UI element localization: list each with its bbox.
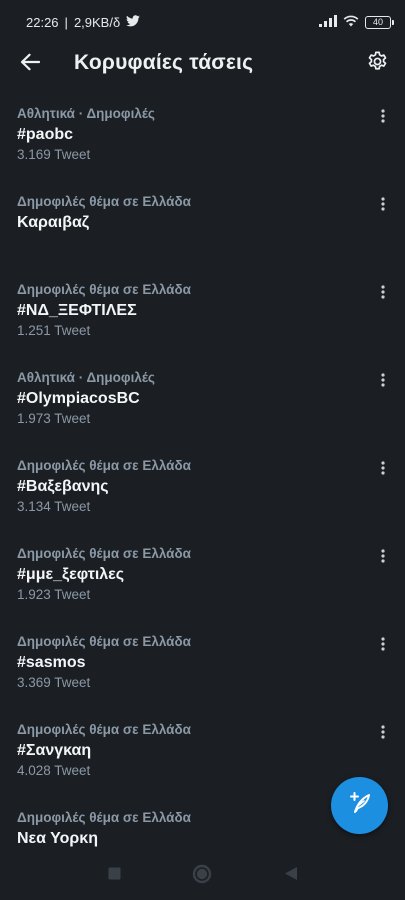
trend-item[interactable]: Αθλητικά · Δημοφιλές #paobc 3.169 Tweet [0, 88, 405, 176]
trend-name: #μμε_ξεφτιλες [17, 566, 125, 583]
status-time: 22:26 [26, 14, 59, 30]
trend-item[interactable]: Δημοφιλές θέμα σε Ελλάδα #sasmos 3.369 T… [0, 616, 405, 704]
back-nav-button[interactable] [281, 866, 301, 886]
home-button[interactable] [192, 864, 212, 889]
compose-tweet-icon [347, 790, 373, 821]
trend-tweet-count: 3.369 Tweet [17, 675, 91, 690]
trend-context: Δημοφιλές θέμα σε Ελλάδα [17, 634, 191, 649]
recents-square-icon [108, 867, 121, 885]
more-options-button[interactable] [373, 546, 393, 566]
trend-context: Αθλητικά · Δημοφιλές [17, 106, 155, 121]
arrow-left-icon [20, 53, 41, 76]
more-options-button[interactable] [373, 106, 393, 126]
more-options-button[interactable] [373, 634, 393, 654]
trend-name: #Βαξεβανης [17, 478, 109, 495]
trend-context: Δημοφιλές θέμα σε Ελλάδα [17, 810, 191, 825]
system-nav-bar [0, 852, 405, 900]
status-left: 22:26 | 2,9KB/δ [26, 15, 140, 30]
more-options-button[interactable] [373, 282, 393, 302]
page-title: Κορυφαίες τάσεις [74, 51, 254, 74]
trend-tweet-count: 3.134 Tweet [17, 499, 91, 514]
header: Κορυφαίες τάσεις [0, 44, 405, 84]
settings-button[interactable] [361, 48, 393, 80]
more-vertical-icon [381, 549, 385, 563]
signal-icon [319, 14, 337, 30]
status-separator: | [64, 14, 68, 30]
status-bar: 22:26 | 2,9KB/δ 40 [0, 0, 405, 44]
home-circle-icon [192, 864, 212, 889]
more-options-button[interactable] [373, 194, 393, 214]
trend-name: #paobc [17, 126, 74, 143]
more-options-button[interactable] [373, 722, 393, 742]
trend-context: Δημοφιλές θέμα σε Ελλάδα [17, 722, 191, 737]
trend-item[interactable]: Αθλητικά · Δημοφιλές #OlympiacosBC 1.973… [0, 352, 405, 440]
battery-icon: 40 [365, 15, 394, 29]
status-network-speed: 2,9KB/δ [73, 14, 121, 30]
recents-button[interactable] [104, 866, 124, 886]
more-options-button[interactable] [373, 370, 393, 390]
trend-context: Δημοφιλές θέμα σε Ελλάδα [17, 546, 191, 561]
trend-context: Δημοφιλές θέμα σε Ελλάδα [17, 194, 191, 209]
trend-tweet-count: 1.973 Tweet [17, 411, 91, 426]
trend-tweet-count: 4.028 Tweet [17, 763, 91, 778]
status-right: 40 [319, 14, 394, 30]
back-triangle-icon [284, 866, 298, 886]
trend-name: Καραιβαζ [17, 214, 90, 231]
trend-name: #ΝΔ_ΞΕΦΤΙΛΕΣ [17, 302, 137, 319]
more-vertical-icon [381, 373, 385, 387]
trend-name: #Σανγκαη [17, 742, 92, 759]
trend-context: Αθλητικά · Δημοφιλές [17, 370, 155, 385]
trend-context: Δημοφιλές θέμα σε Ελλάδα [17, 458, 191, 473]
more-vertical-icon [381, 197, 385, 211]
trend-item[interactable]: Δημοφιλές θέμα σε Ελλάδα #μμε_ξεφτιλες 1… [0, 528, 405, 616]
trend-name: Νεα Υορκη [17, 830, 98, 847]
wifi-icon [343, 15, 359, 30]
back-button[interactable] [14, 48, 46, 80]
more-vertical-icon [381, 725, 385, 739]
trend-item[interactable]: Δημοφιλές θέμα σε Ελλάδα #Βαξεβανης 3.13… [0, 440, 405, 528]
more-vertical-icon [381, 637, 385, 651]
compose-tweet-button[interactable] [331, 777, 388, 834]
trend-context: Δημοφιλές θέμα σε Ελλάδα [17, 282, 191, 297]
trend-name: #sasmos [17, 654, 86, 671]
trend-tweet-count: 1.923 Tweet [17, 587, 91, 602]
gear-icon [366, 50, 389, 78]
trend-tweet-count: 1.251 Tweet [17, 323, 91, 338]
trend-list: Αθλητικά · Δημοφιλές #paobc 3.169 Tweet … [0, 88, 405, 880]
more-vertical-icon [381, 461, 385, 475]
trend-item[interactable]: Δημοφιλές θέμα σε Ελλάδα Καραιβαζ [0, 176, 405, 264]
trend-item[interactable]: Δημοφιλές θέμα σε Ελλάδα #Σανγκαη 4.028 … [0, 704, 405, 792]
more-vertical-icon [381, 285, 385, 299]
trend-tweet-count: 3.169 Tweet [17, 147, 91, 162]
trend-name: #OlympiacosBC [17, 390, 140, 407]
more-options-button[interactable] [373, 458, 393, 478]
twitter-bird-icon [126, 14, 140, 30]
trend-item[interactable]: Δημοφιλές θέμα σε Ελλάδα #ΝΔ_ΞΕΦΤΙΛΕΣ 1.… [0, 264, 405, 352]
more-vertical-icon [381, 109, 385, 123]
